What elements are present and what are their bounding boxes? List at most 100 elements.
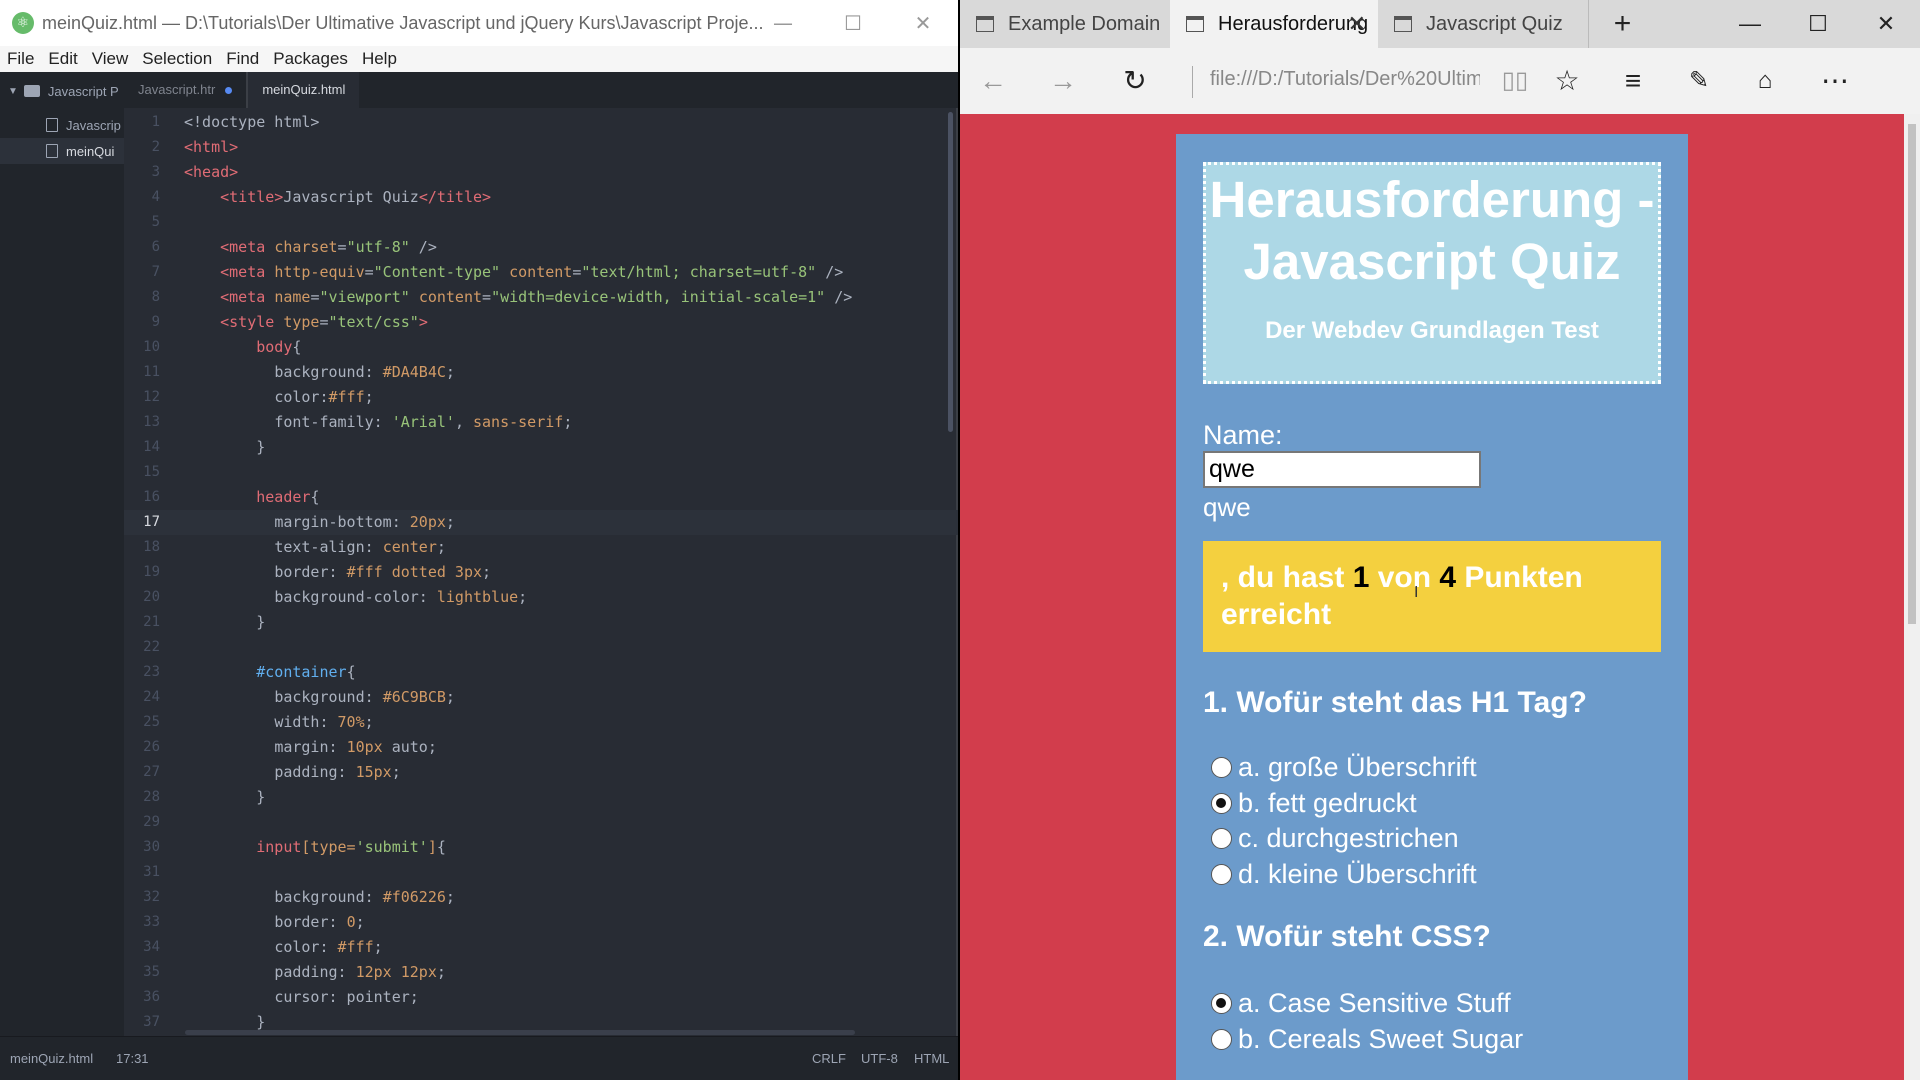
share-icon[interactable]: ⌂: [1740, 58, 1790, 104]
hub-icon[interactable]: ≡: [1608, 58, 1658, 104]
code-line[interactable]: 27 padding: 15px;: [124, 760, 958, 785]
code-line[interactable]: 3 <head>: [124, 160, 958, 185]
line-number[interactable]: 32: [124, 885, 160, 910]
radio-button[interactable]: [1211, 863, 1232, 885]
code-line[interactable]: 18 text-align: center;: [124, 535, 958, 560]
line-number[interactable]: 18: [124, 535, 160, 560]
code-line[interactable]: 34 color: #fff;: [124, 935, 958, 960]
line-number[interactable]: 14: [124, 435, 160, 460]
close-icon[interactable]: ✕: [1852, 0, 1920, 48]
code-line[interactable]: 9 <style type="text/css">: [124, 310, 958, 335]
line-number[interactable]: 19: [124, 560, 160, 585]
line-number[interactable]: 20: [124, 585, 160, 610]
line-number[interactable]: 31: [124, 860, 160, 885]
menu-packages[interactable]: Packages: [266, 49, 355, 69]
line-number[interactable]: 6: [124, 235, 160, 260]
line-number[interactable]: 3: [124, 160, 160, 185]
line-number[interactable]: 28: [124, 785, 160, 810]
status-cursor-position[interactable]: 17:31: [116, 1051, 149, 1066]
code-line[interactable]: 21 }: [124, 610, 958, 635]
line-number[interactable]: 17: [124, 510, 160, 535]
line-number[interactable]: 36: [124, 985, 160, 1010]
code-line[interactable]: 24 background: #6C9BCB;: [124, 685, 958, 710]
code-line[interactable]: 15: [124, 460, 958, 485]
code-line[interactable]: 35 padding: 12px 12px;: [124, 960, 958, 985]
code-line[interactable]: 30 input[type='submit']{: [124, 835, 958, 860]
line-number[interactable]: 34: [124, 935, 160, 960]
reading-view-icon[interactable]: ▯▯: [1490, 58, 1540, 104]
code-line[interactable]: 1 <!doctype html>: [124, 110, 958, 135]
scrollbar-thumb[interactable]: [1908, 124, 1916, 624]
line-number[interactable]: 12: [124, 385, 160, 410]
line-number[interactable]: 21: [124, 610, 160, 635]
radio-button[interactable]: [1211, 993, 1232, 1015]
code-line[interactable]: 29: [124, 810, 958, 835]
code-line[interactable]: 22: [124, 635, 958, 660]
editor-vertical-scrollbar[interactable]: [948, 112, 953, 432]
line-number[interactable]: 30: [124, 835, 160, 860]
code-line[interactable]: 20 background-color: lightblue;: [124, 585, 958, 610]
line-number[interactable]: 23: [124, 660, 160, 685]
code-line[interactable]: 6 <meta charset="utf-8" />: [124, 235, 958, 260]
code-line[interactable]: 32 background: #f06226;: [124, 885, 958, 910]
code-editor[interactable]: 1 <!doctype html> 2 <html> 3 <head> 4 <title>J…: [124, 110, 958, 1034]
status-file-name[interactable]: meinQuiz.html: [10, 1051, 93, 1066]
line-number[interactable]: 22: [124, 635, 160, 660]
browser-tab-javascript-quiz[interactable]: Javascript Quiz: [1378, 0, 1588, 48]
tab-javascript-html[interactable]: Javascript.htr: [124, 72, 246, 108]
code-line[interactable]: 5: [124, 210, 958, 235]
answer-option[interactable]: b. Cereals Sweet Sugar: [1211, 1022, 1661, 1058]
answer-option[interactable]: d. kleine Überschrift: [1211, 857, 1661, 893]
menu-view[interactable]: View: [85, 49, 136, 69]
menu-file[interactable]: File: [0, 49, 41, 69]
line-number[interactable]: 11: [124, 360, 160, 385]
line-number[interactable]: 37: [124, 1010, 160, 1034]
minimize-icon[interactable]: —: [1716, 0, 1784, 48]
line-number[interactable]: 4: [124, 185, 160, 210]
code-line[interactable]: 26 margin: 10px auto;: [124, 735, 958, 760]
name-input[interactable]: qwe: [1203, 451, 1481, 488]
tree-file-javascript[interactable]: Javascrip: [0, 112, 124, 138]
code-line[interactable]: 17 margin-bottom: 20px;: [124, 510, 958, 535]
radio-button[interactable]: [1211, 792, 1232, 814]
maximize-icon[interactable]: ☐: [1784, 0, 1852, 48]
line-number[interactable]: 25: [124, 710, 160, 735]
code-line[interactable]: 23 #container{: [124, 660, 958, 685]
code-line[interactable]: 31: [124, 860, 958, 885]
code-line[interactable]: 12 color:#fff;: [124, 385, 958, 410]
tree-file-meinquiz[interactable]: meinQui: [0, 138, 124, 164]
menu-selection[interactable]: Selection: [135, 49, 219, 69]
line-number[interactable]: 16: [124, 485, 160, 510]
line-number[interactable]: 26: [124, 735, 160, 760]
tab-meinquiz-html[interactable]: meinQuiz.html: [246, 72, 360, 108]
code-line[interactable]: 28 }: [124, 785, 958, 810]
menu-find[interactable]: Find: [219, 49, 266, 69]
line-number[interactable]: 2: [124, 135, 160, 160]
line-number[interactable]: 5: [124, 210, 160, 235]
status-encoding[interactable]: UTF-8: [861, 1051, 898, 1066]
web-note-icon[interactable]: ✎: [1674, 58, 1724, 104]
line-number[interactable]: 24: [124, 685, 160, 710]
status-grammar[interactable]: HTML: [914, 1051, 949, 1066]
page-vertical-scrollbar[interactable]: [1904, 114, 1920, 1080]
answer-option[interactable]: b. fett gedruckt: [1211, 786, 1661, 822]
close-tab-icon[interactable]: ✕: [1348, 11, 1366, 37]
back-arrow-icon[interactable]: ←: [968, 58, 1018, 104]
answer-option[interactable]: a. Case Sensitive Stuff: [1211, 986, 1661, 1022]
code-line[interactable]: 13 font-family: 'Arial', sans-serif;: [124, 410, 958, 435]
line-number[interactable]: 1: [124, 110, 160, 135]
close-icon[interactable]: ✕: [888, 0, 958, 46]
code-line[interactable]: 19 border: #fff dotted 3px;: [124, 560, 958, 585]
status-line-ending[interactable]: CRLF: [812, 1051, 846, 1066]
code-line[interactable]: 16 header{: [124, 485, 958, 510]
url-field[interactable]: file:///D:/Tutorials/Der%20Ultima: [1210, 68, 1480, 91]
new-tab-icon[interactable]: +: [1588, 0, 1656, 48]
code-line[interactable]: 10 body{: [124, 335, 958, 360]
forward-arrow-icon[interactable]: →: [1038, 58, 1088, 104]
browser-tab-example-domain[interactable]: Example Domain: [960, 0, 1170, 48]
browser-tab-herausforderung[interactable]: Herausforderung ✕: [1170, 0, 1378, 48]
radio-button[interactable]: [1211, 1028, 1232, 1050]
line-number[interactable]: 9: [124, 310, 160, 335]
line-number[interactable]: 29: [124, 810, 160, 835]
radio-button[interactable]: [1211, 828, 1232, 850]
